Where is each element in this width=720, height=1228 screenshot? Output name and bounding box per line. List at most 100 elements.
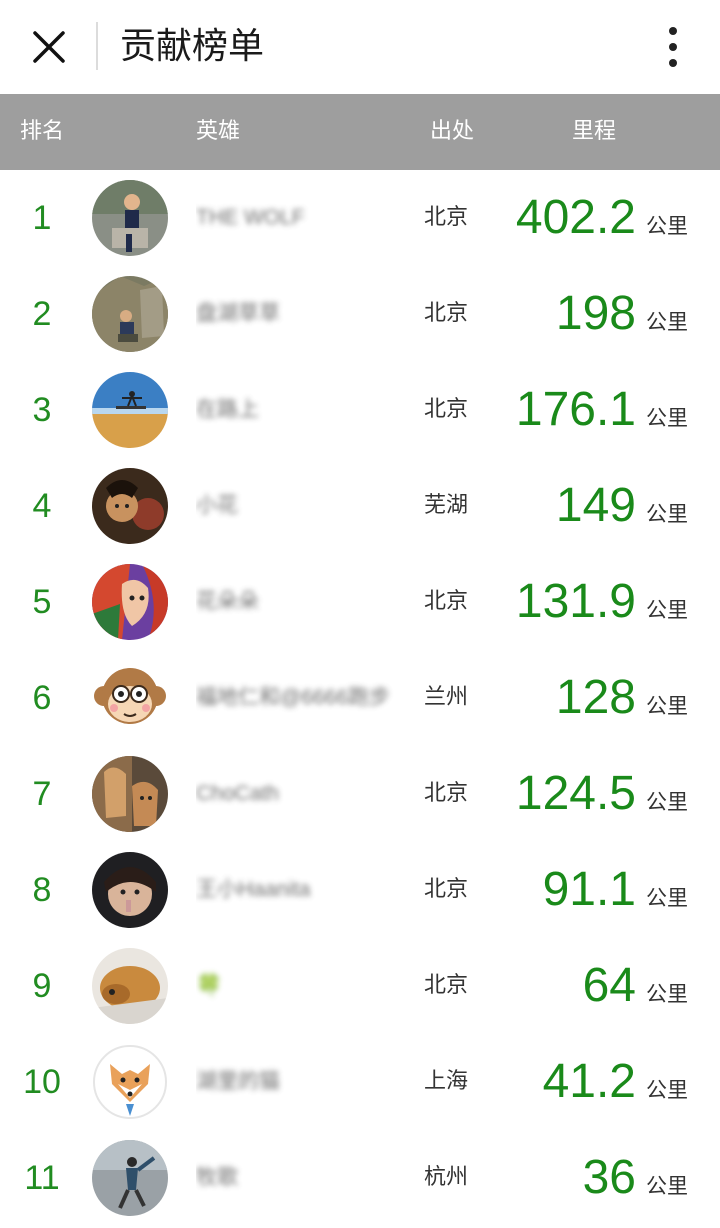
avatar-image	[92, 1044, 168, 1120]
table-row[interactable]: 6 福地仁和@6666跑步 兰州 128 公里	[0, 650, 720, 746]
origin-city: 北京	[424, 781, 469, 806]
distance-value: 198	[555, 287, 636, 340]
hero-name-text: 牧歌	[196, 1166, 238, 1189]
hero-name-text: ChoCath	[196, 782, 279, 805]
table-row[interactable]: 1 THE WOLF 北京 402.2 公里	[0, 170, 720, 266]
avatar[interactable]	[92, 468, 168, 544]
rank-number: 2	[32, 295, 52, 333]
app-bar: 贡献榜单	[0, 0, 720, 94]
table-row[interactable]: 7 ChoCath 北京 124.5 公里	[0, 746, 720, 842]
hero-name-text: 在路上	[196, 398, 259, 421]
hero-name-text: 小花	[196, 494, 238, 517]
avatar[interactable]	[92, 564, 168, 640]
hero-name: 小花	[196, 458, 408, 554]
hero-name-text: 🍀	[196, 974, 223, 997]
hero-name-text: 王小Haanita	[196, 878, 311, 901]
avatar[interactable]	[92, 276, 168, 352]
close-icon	[33, 31, 65, 63]
origin-city: 北京	[424, 397, 469, 422]
table-header: 排名 英雄 出处 里程	[0, 94, 720, 170]
origin-city: 北京	[424, 301, 469, 326]
avatar[interactable]	[92, 948, 168, 1024]
distance-value: 176.1	[515, 383, 636, 436]
rank-number: 9	[32, 967, 52, 1005]
page-title: 贡献榜单	[120, 26, 265, 67]
table-row[interactable]: 11 牧歌 杭州 36 公里	[0, 1130, 720, 1226]
hero-name: 在路上	[196, 362, 408, 458]
rank-number: 7	[32, 775, 52, 813]
hero-name-text: THE WOLF	[196, 206, 305, 229]
distance-value: 149	[555, 479, 636, 532]
more-vertical-icon	[669, 27, 677, 35]
divider	[96, 22, 98, 70]
hero-name: 🍀	[196, 938, 408, 1034]
column-hero: 英雄	[196, 119, 241, 144]
avatar[interactable]	[92, 1140, 168, 1216]
column-distance: 里程	[572, 119, 617, 144]
avatar-image	[92, 180, 168, 256]
rank-number: 1	[32, 199, 52, 237]
avatar-image	[92, 372, 168, 448]
hero-name: THE WOLF	[196, 170, 408, 266]
hero-name-text: 福地仁和@6666跑步	[196, 686, 391, 709]
distance-value: 91.1	[542, 863, 636, 916]
distance-value: 402.2	[515, 191, 636, 244]
avatar[interactable]	[92, 180, 168, 256]
rank-number: 3	[32, 391, 52, 429]
avatar[interactable]	[92, 852, 168, 928]
origin-city: 北京	[424, 973, 469, 998]
avatar-image	[92, 468, 168, 544]
origin-city: 兰州	[424, 685, 469, 710]
close-button[interactable]	[22, 20, 76, 74]
origin-city: 北京	[424, 589, 469, 614]
table-row[interactable]: 8 王小Haanita 北京 91.1 公里	[0, 842, 720, 938]
table-row[interactable]: 10 湖里的猫 上海 41.2 公里	[0, 1034, 720, 1130]
distance-unit: 公里	[646, 1174, 688, 1198]
more-dot	[669, 59, 677, 67]
origin-city: 北京	[424, 205, 469, 230]
rank-number: 4	[32, 487, 52, 525]
distance-value: 36	[582, 1151, 636, 1204]
distance-value: 128	[555, 671, 636, 724]
avatar-image	[92, 852, 168, 928]
rank-number: 10	[23, 1063, 61, 1101]
origin-city: 杭州	[424, 1165, 469, 1190]
hero-name: 湖里的猫	[196, 1034, 408, 1130]
origin-city: 北京	[424, 877, 469, 902]
distance-value: 64	[582, 959, 636, 1012]
avatar[interactable]	[92, 660, 168, 736]
column-origin: 出处	[430, 119, 475, 144]
hero-name: 花朵朵	[196, 554, 408, 650]
avatar[interactable]	[92, 372, 168, 448]
hero-name: 王小Haanita	[196, 842, 408, 938]
hero-name: 盘湖草草	[196, 266, 408, 362]
hero-name: 福地仁和@6666跑步	[196, 650, 408, 746]
more-options-button[interactable]	[650, 20, 696, 74]
hero-name: ChoCath	[196, 746, 408, 842]
ranking-list: 1 THE WOLF 北京 402.2 公里 2 盘湖草草 北京 198 公里 3 在路上 北京 176.…	[0, 170, 720, 1226]
hero-name-text: 湖里的猫	[196, 1070, 280, 1093]
table-row[interactable]: 3 在路上 北京 176.1 公里	[0, 362, 720, 458]
hero-name-text: 盘湖草草	[196, 302, 280, 325]
distance-value: 124.5	[515, 767, 636, 820]
rank-number: 11	[24, 1159, 60, 1197]
avatar-image	[92, 756, 168, 832]
rank-number: 8	[32, 871, 52, 909]
table-row[interactable]: 5 花朵朵 北京 131.9 公里	[0, 554, 720, 650]
table-row[interactable]: 9 🍀 北京 64 公里	[0, 938, 720, 1034]
avatar-image	[92, 564, 168, 640]
origin-city: 上海	[424, 1069, 469, 1094]
table-row[interactable]: 2 盘湖草草 北京 198 公里	[0, 266, 720, 362]
avatar[interactable]	[92, 1044, 168, 1120]
hero-name: 牧歌	[196, 1130, 408, 1226]
hero-name-text: 花朵朵	[196, 590, 259, 613]
rank-number: 6	[32, 679, 52, 717]
avatar-image	[92, 1140, 168, 1216]
rank-number: 5	[32, 583, 52, 621]
origin-city: 芜湖	[424, 493, 469, 518]
distance-value: 131.9	[515, 575, 636, 628]
avatar-image	[92, 276, 168, 352]
avatar[interactable]	[92, 756, 168, 832]
table-row[interactable]: 4 小花 芜湖 149 公里	[0, 458, 720, 554]
distance-value: 41.2	[542, 1055, 636, 1108]
